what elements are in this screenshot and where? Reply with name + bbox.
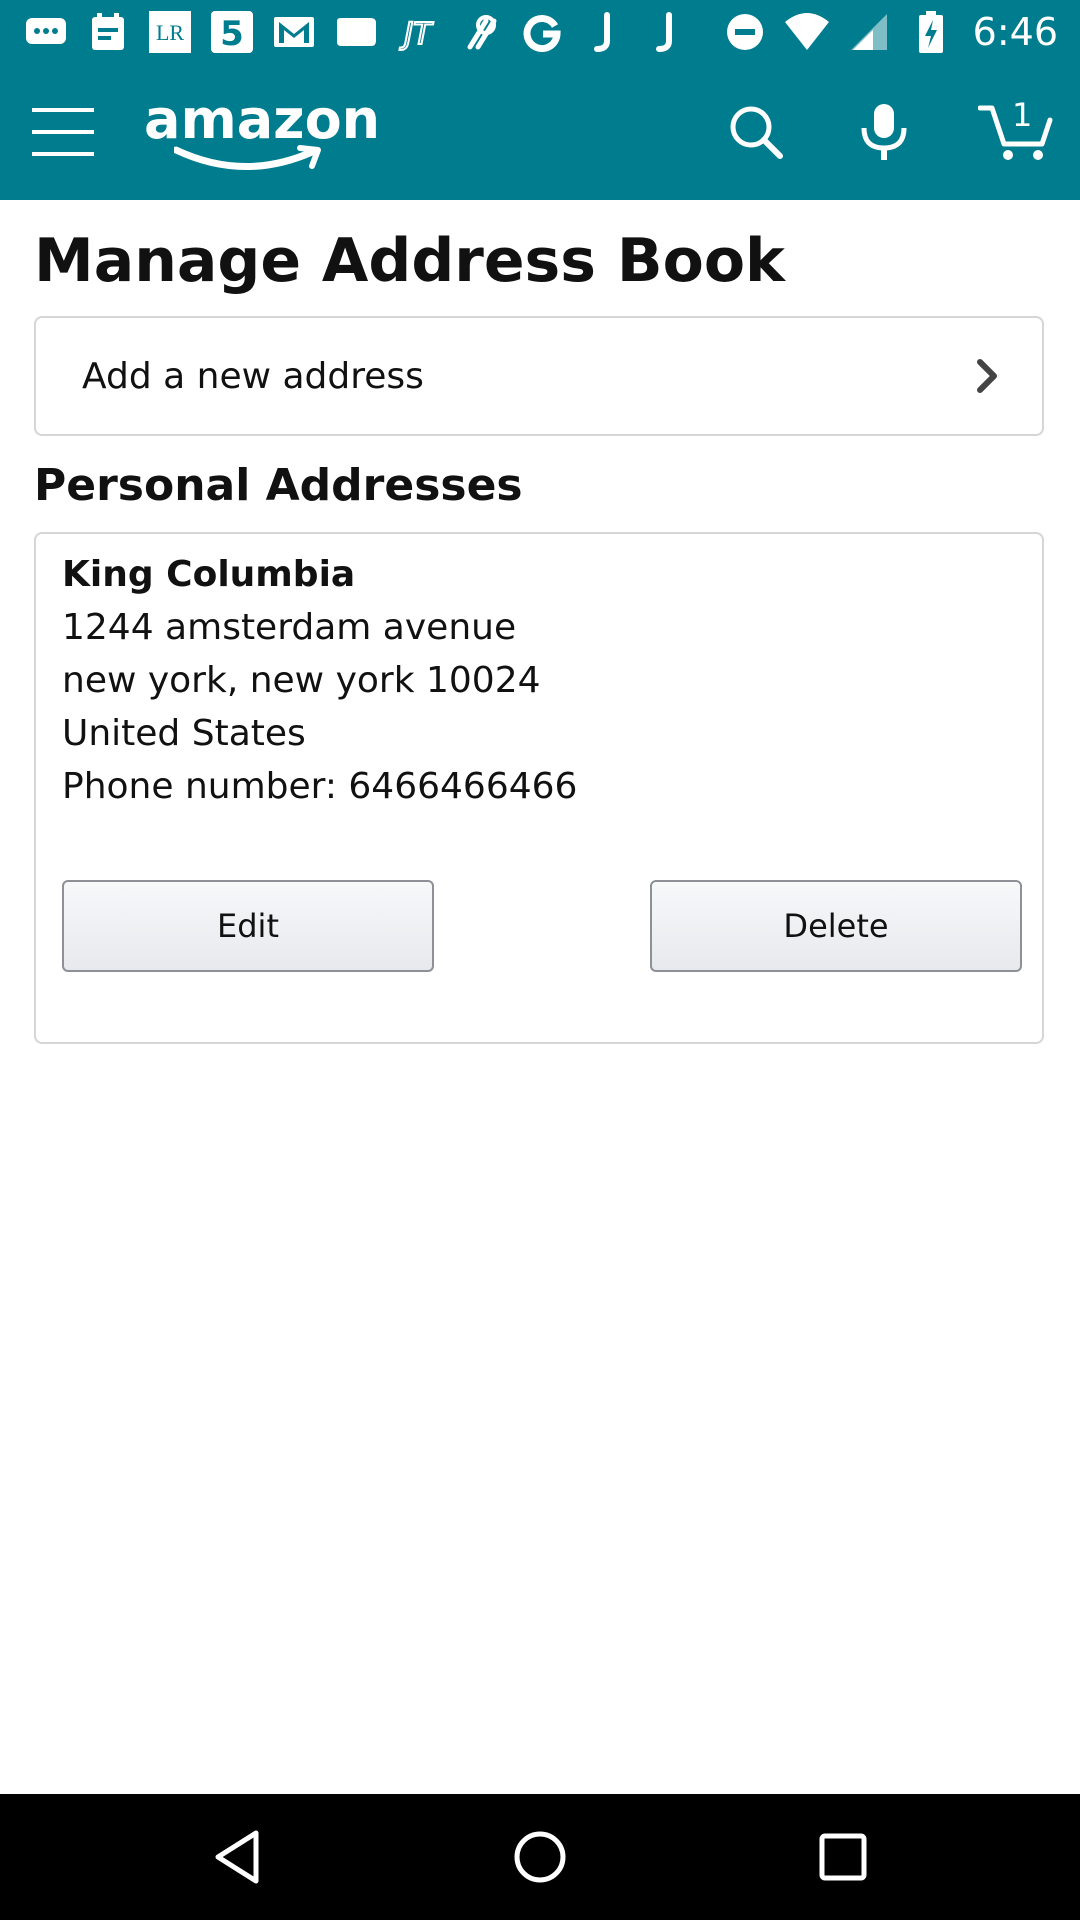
menu-button[interactable] (30, 102, 96, 162)
search-icon (730, 106, 783, 159)
svg-text:5: 5 (220, 14, 244, 54)
address-name: King Columbia (62, 554, 356, 595)
add-address-label: Add a new address (82, 355, 424, 397)
j-icon (580, 8, 628, 56)
recents-icon (819, 1833, 867, 1881)
home-icon (514, 1831, 566, 1883)
edit-button[interactable]: Edit (62, 880, 434, 972)
gmail-icon (270, 8, 318, 56)
page-title: Manage Address Book (34, 226, 785, 296)
add-new-address-row[interactable]: Add a new address (34, 316, 1044, 436)
recents-button[interactable] (810, 1824, 876, 1890)
home-button[interactable] (507, 1824, 573, 1890)
notification-icons: LR 5 JT (22, 8, 690, 56)
section-title-personal-addresses: Personal Addresses (34, 460, 523, 511)
calendar-icon (84, 8, 132, 56)
address-phone: Phone number: 6466466466 (62, 766, 578, 807)
back-button[interactable] (204, 1824, 270, 1890)
svg-text:JT: JT (399, 17, 434, 52)
j-icon (642, 8, 690, 56)
search-button[interactable] (724, 100, 788, 164)
google-icon (518, 8, 566, 56)
status-time: 6:46 (972, 10, 1058, 54)
chevron-right-icon (977, 359, 997, 393)
delete-button[interactable]: Delete (650, 880, 1022, 972)
smile-arrow-icon (174, 145, 321, 170)
status-bar: LR 5 JT 6:46 (0, 0, 1080, 64)
svg-text:LR: LR (156, 20, 184, 45)
battery-charging-icon (907, 8, 955, 56)
address-country: United States (62, 713, 306, 754)
amazon-logo[interactable]: amazon (144, 88, 380, 170)
tag-icon (332, 8, 380, 56)
link-icon (456, 8, 504, 56)
messages-icon (22, 8, 70, 56)
microphone-icon (861, 104, 907, 160)
back-icon (215, 1830, 259, 1884)
address-street: 1244 amsterdam avenue (62, 607, 517, 648)
signal-icon (845, 8, 893, 56)
app-header: amazon 1 (0, 64, 1080, 200)
address-city: new york, new york 10024 (62, 660, 541, 701)
navigation-bar (0, 1794, 1080, 1920)
address-details: King Columbia 1244 amsterdam avenue new … (62, 548, 577, 813)
lr-icon: LR (146, 8, 194, 56)
wifi-icon (783, 8, 831, 56)
jt-icon: JT (394, 8, 442, 56)
address-card: King Columbia 1244 amsterdam avenue new … (34, 532, 1044, 1044)
dnd-icon (721, 8, 769, 56)
voice-search-button[interactable] (852, 100, 916, 164)
five-icon: 5 (208, 8, 256, 56)
system-status-icons: 6:46 (721, 8, 1058, 56)
hamburger-menu-icon (32, 108, 94, 156)
cart-count-badge: 1 (1012, 96, 1033, 134)
